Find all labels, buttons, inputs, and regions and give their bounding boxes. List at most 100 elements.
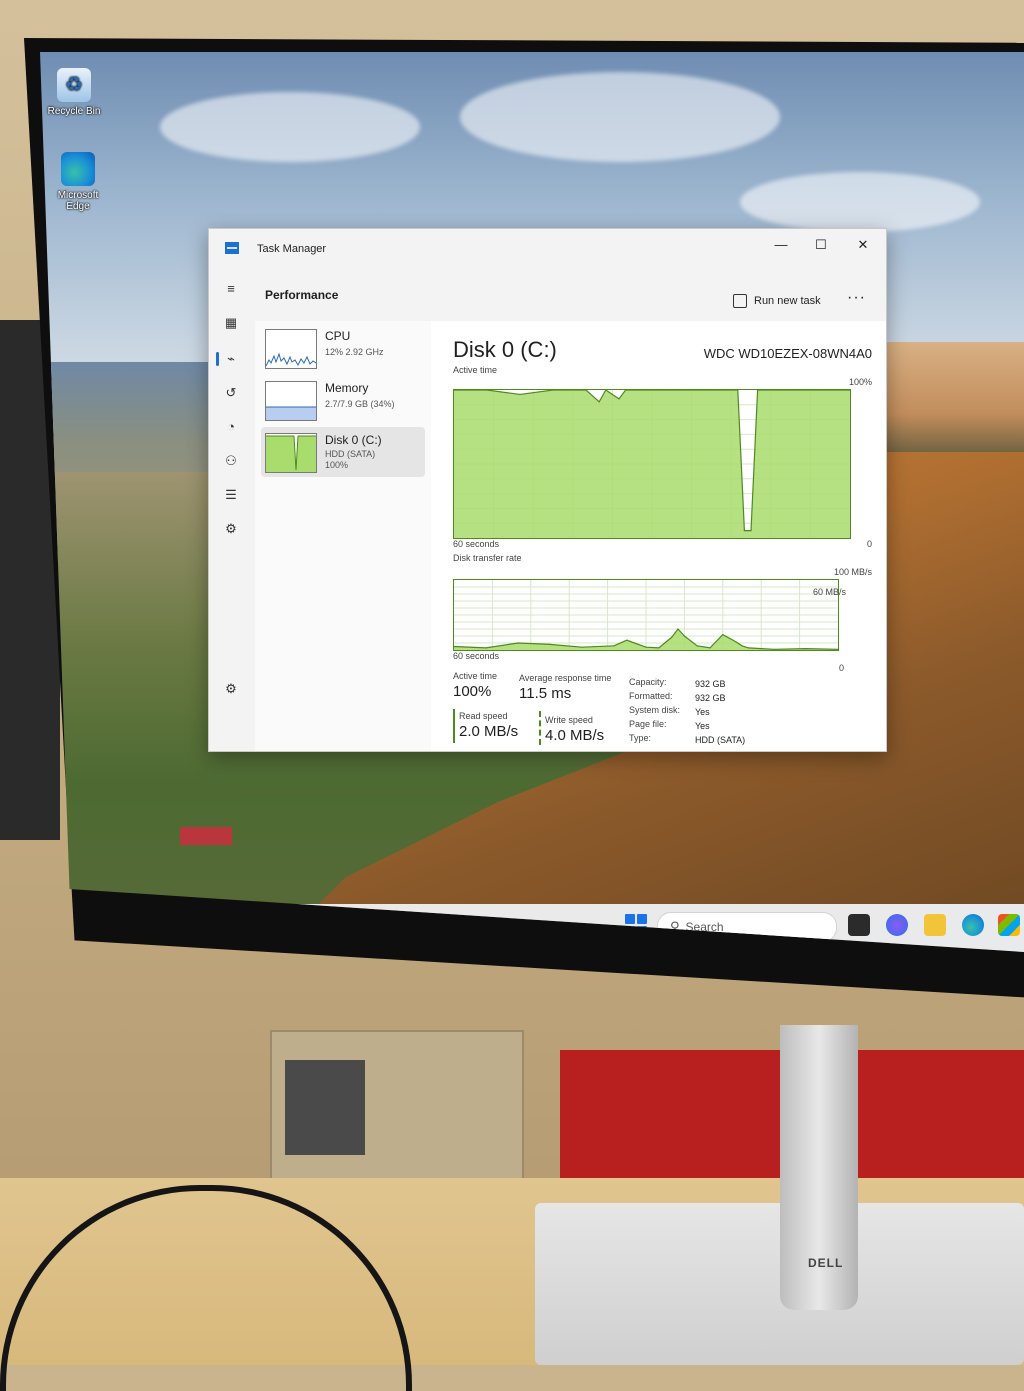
device-name: Memory [325,381,369,395]
device-name: Disk 0 (C:) [325,433,382,447]
property-value: HDD (SATA) [695,735,746,745]
chart-area-fill [454,390,850,538]
device-item-memory[interactable]: Memory 2.7/7.9 GB (34%) [261,375,425,425]
recycle-bin-icon: ♻ [57,68,91,102]
run-new-task-label: Run new task [754,295,821,307]
wallpaper-town [870,342,1024,462]
active-time-chart [453,389,851,539]
settings-icon[interactable]: ⚙ [221,679,241,699]
run-new-task-button[interactable]: Run new task [733,294,821,308]
store-icon[interactable] [998,914,1020,936]
page-header: Performance Run new task ··· [255,269,886,321]
active-time-stat-value: 100% [453,683,492,700]
users-icon[interactable]: ⚇ [221,451,241,471]
device-detail: HDD (SATA) [325,449,376,459]
maximize-button[interactable]: ☐ [809,237,833,259]
desktop-icon-edge[interactable]: Microsoft Edge [40,152,116,212]
read-speed-label: Read speed [459,711,508,721]
desktop-icon-recycle-bin[interactable]: ♻ Recycle Bin [40,68,112,117]
chart-data-point [750,530,752,532]
chart-data-point [517,642,519,644]
hamburger-menu-icon[interactable]: ≡ [221,279,241,299]
device-detail: 2.7/7.9 GB (34%) [325,399,395,409]
startup-apps-icon[interactable]: ◔ [221,417,241,437]
transfer-rate-max-label: 100 MB/s [833,567,872,577]
active-time-min-label: 0 [866,539,872,549]
chart-data-point [645,646,647,648]
app-history-icon[interactable]: ↺ [221,383,241,403]
disk-model: WDC WD10EZEX-08WN4A0 [703,346,872,361]
disk-thumbnail-graph [265,433,317,473]
chart-data-point [741,645,743,647]
read-speed-marker [453,709,455,743]
write-speed-marker [539,711,541,745]
chart-data-point [747,647,749,649]
device-item-disk[interactable]: Disk 0 (C:) HDD (SATA) 100% [261,427,425,477]
minimize-button[interactable]: — [769,237,793,259]
page-title: Performance [265,288,339,302]
active-time-window-label: 60 seconds [453,539,500,549]
transfer-rate-chart-svg [454,580,838,650]
read-speed-value: 2.0 MB/s [459,723,519,740]
property-value: 932 GB [695,693,726,703]
transfer-rate-mid-label: 60 MB/s [812,587,846,597]
window-title: Task Manager [257,243,327,255]
active-time-max-label: 100% [848,377,872,387]
avg-response-label: Average response time [519,673,612,683]
file-explorer-icon[interactable] [924,914,946,936]
chart-data-point [677,628,679,630]
cpu-thumbnail-graph [265,329,317,369]
transfer-rate-window-label: 60 seconds [453,651,500,661]
more-options-button[interactable]: ··· [847,289,866,307]
run-task-icon [733,294,747,308]
chart-data-point [658,647,660,649]
close-button[interactable]: ✕ [851,237,875,259]
chart-data-point [671,636,673,638]
chart-data-point [598,401,600,403]
transfer-rate-chart [453,579,839,651]
desktop-icon-label: Recycle Bin [47,106,101,117]
device-list: CPU 12% 2.92 GHz Memory 2.7/7.9 GB (34%) [255,321,431,751]
wallpaper-cloud [740,172,980,232]
nav-rail: ≡ ▦ ⌁ ↺ ◔ ⚇ ☰ ⚙ ⚙ [209,269,255,751]
active-time-stat-label: Active time [453,671,498,681]
property-value: Yes [695,721,710,731]
property-key: Type: [629,733,652,743]
chart-data-point [735,641,737,643]
dell-logo: DELL [808,1256,844,1270]
task-view-icon[interactable] [848,914,870,936]
task-manager-icon [225,242,239,254]
property-key: Capacity: [629,677,667,687]
chart-data-point [696,645,698,647]
write-speed-value: 4.0 MB/s [545,727,605,744]
title-bar[interactable]: Task Manager — ☐ ✕ [209,229,886,269]
disk-detail-panel: Disk 0 (C:) WDC WD10EZEX-08WN4A0 Active … [431,321,886,751]
performance-icon[interactable]: ⌁ [216,349,241,369]
processes-icon[interactable]: ▦ [221,313,241,333]
details-icon[interactable]: ☰ [221,485,241,505]
wallpaper-cloud [460,72,780,162]
device-item-cpu[interactable]: CPU 12% 2.92 GHz [261,323,425,373]
write-speed-label: Write speed [545,715,593,725]
chart-data-point [549,643,551,645]
chart-data-point [519,393,521,396]
chart-data-point [760,648,762,650]
chart-data-point [626,639,628,641]
chart-data-point [722,634,724,636]
property-value: 932 GB [695,679,726,689]
device-name: CPU [325,329,351,343]
chart-data-point [743,530,745,532]
device-detail: 12% 2.92 GHz [325,347,384,357]
avg-response-value: 11.5 ms [519,685,572,702]
chart-data-point [485,647,487,649]
property-key: Page file: [629,719,667,729]
edge-taskbar-icon[interactable] [962,914,984,936]
chart-data-point [581,646,583,648]
transfer-rate-min-label: 0 [838,663,844,673]
wallpaper-cloud [160,92,420,162]
chart-data-point [618,398,620,400]
services-icon[interactable]: ⚙ [221,519,241,539]
copilot-icon[interactable] [886,914,908,936]
active-time-chart-svg [454,390,850,538]
chart-data-point [613,645,615,647]
